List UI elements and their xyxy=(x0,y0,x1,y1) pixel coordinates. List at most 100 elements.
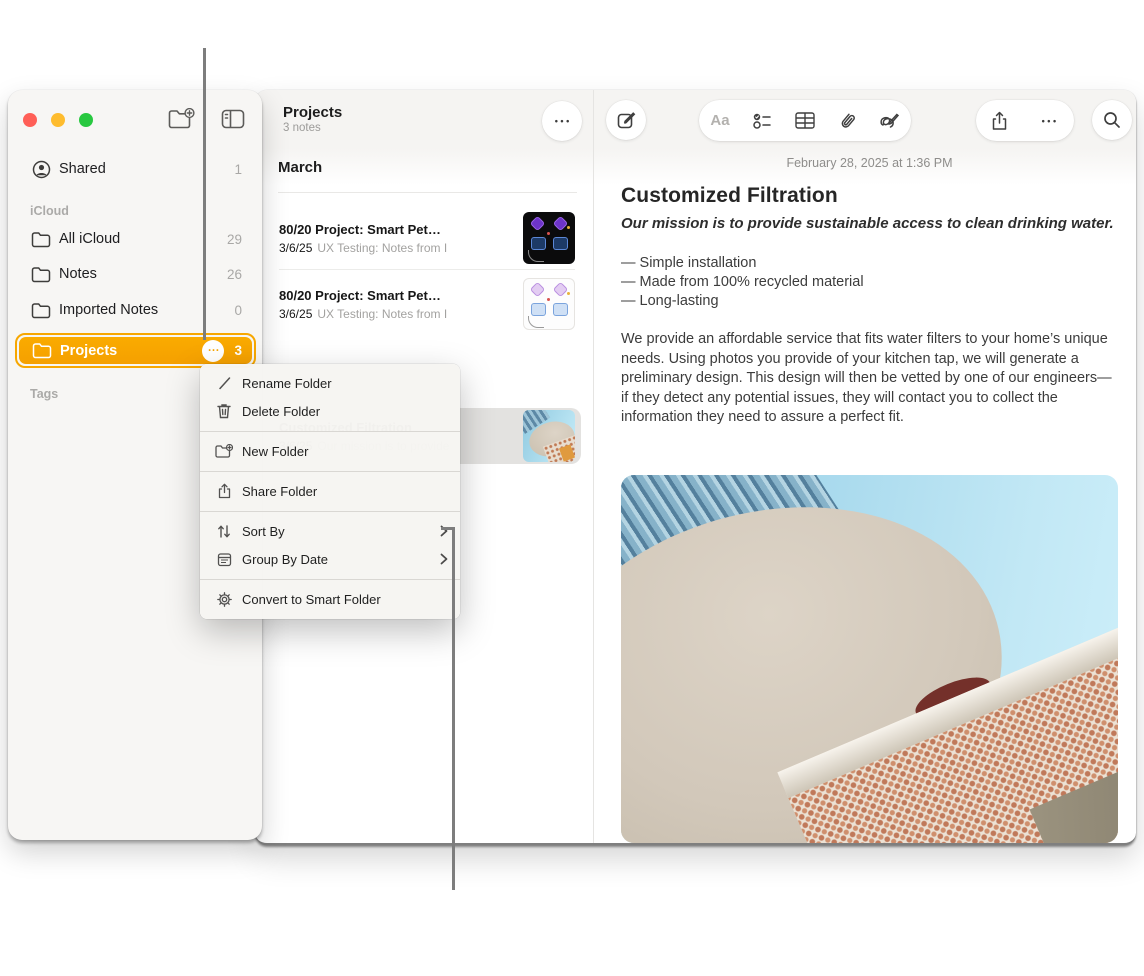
close-button[interactable] xyxy=(23,113,37,127)
bullet-line: — Made from 100% recycled material xyxy=(621,273,1118,292)
folder-more-button[interactable]: ••• xyxy=(202,340,224,362)
diagram-node xyxy=(554,304,567,315)
gear-icon xyxy=(212,592,236,607)
folder-title: Projects xyxy=(283,104,342,121)
sidebar-item-notes[interactable]: Notes 26 xyxy=(16,260,254,288)
menu-item-rename-folder[interactable]: Rename Folder xyxy=(200,369,460,397)
menu-item-new-folder[interactable]: New Folder xyxy=(200,437,460,465)
sidebar-item-count: 26 xyxy=(227,267,242,282)
diagram-dot xyxy=(547,232,550,235)
note-title: Customized Filtration xyxy=(621,184,1118,208)
sidebar-item-count: 3 xyxy=(234,343,242,358)
menu-separator xyxy=(200,511,460,512)
menu-item-label: Group By Date xyxy=(242,552,440,567)
diagram-dot xyxy=(567,226,570,229)
note-title: 80/20 Project: Smart Pet… xyxy=(279,222,513,237)
callout-line-sort-by-vertical xyxy=(452,527,455,890)
note-preview: UX Testing: Notes from I xyxy=(317,241,447,255)
markup-scribble-button[interactable] xyxy=(879,111,900,130)
menu-separator xyxy=(200,471,460,472)
note-editor-column: Aa xyxy=(594,90,1136,843)
menu-item-sort-by[interactable]: Sort By xyxy=(200,517,460,545)
note-thumbnail-diagram-dark xyxy=(523,212,575,264)
diagram-node xyxy=(531,283,544,296)
note-row-2[interactable]: 80/20 Project: Smart Pet… 3/6/25 UX Testi… xyxy=(271,276,581,332)
note-body[interactable]: Customized Filtration Our mission is to … xyxy=(621,184,1118,428)
pencil-icon xyxy=(212,376,236,391)
menu-item-label: Share Folder xyxy=(242,484,448,499)
checklist-button[interactable] xyxy=(752,112,772,130)
sidebar-item-shared[interactable]: Shared 1 xyxy=(16,155,254,183)
more-button[interactable]: ••• xyxy=(1039,116,1058,126)
group-header-march: March xyxy=(278,159,322,176)
sidebar-item-all-icloud[interactable]: All iCloud 29 xyxy=(16,225,254,253)
format-toolbar-group: Aa xyxy=(699,100,911,141)
share-button[interactable] xyxy=(991,111,1008,131)
note-attachment-image[interactable] xyxy=(621,475,1118,843)
sidebar-item-label: Shared xyxy=(59,161,234,177)
folder-icon xyxy=(30,231,52,248)
ellipsis-icon: ••• xyxy=(207,347,220,354)
note-thumbnail-diagram-light xyxy=(523,278,575,330)
share-icon xyxy=(212,483,236,499)
row-separator xyxy=(279,269,575,270)
diagram-connector xyxy=(528,316,544,328)
note-date: 3/6/25 xyxy=(279,241,312,255)
list-more-button[interactable]: ••• xyxy=(542,101,582,141)
note-row-1[interactable]: 80/20 Project: Smart Pet… 3/6/25 UX Testi… xyxy=(271,210,581,266)
sidebar-item-label: Imported Notes xyxy=(59,302,234,318)
menu-item-convert-to-smart-folder[interactable]: Convert to Smart Folder xyxy=(200,585,460,613)
screenshot-canvas: Projects 3 notes ••• March 80/20 Project… xyxy=(0,0,1144,976)
diagram-node xyxy=(532,238,545,249)
diagram-dot xyxy=(567,292,570,295)
menu-item-label: Convert to Smart Folder xyxy=(242,592,448,607)
table-button[interactable] xyxy=(795,112,815,129)
folder-icon xyxy=(30,302,52,319)
sidebar-item-count: 29 xyxy=(227,232,242,247)
bullet-line: — Simple installation xyxy=(621,254,1118,273)
menu-item-label: Delete Folder xyxy=(242,404,448,419)
trash-icon xyxy=(212,403,236,419)
notes-list-header: Projects 3 notes xyxy=(283,104,342,134)
bullet-line: — Long-lasting xyxy=(621,292,1118,311)
search-icon xyxy=(1103,111,1121,129)
note-text: 80/20 Project: Smart Pet… 3/6/25 UX Testi… xyxy=(279,222,513,255)
note-bullet-list: — Simple installation — Made from 100% r… xyxy=(621,254,1118,311)
minimize-button[interactable] xyxy=(51,113,65,127)
diagram-connector xyxy=(528,250,544,262)
sidebar-item-projects-focus-ring: Projects ••• 3 xyxy=(15,333,256,368)
diagram-node xyxy=(532,304,545,315)
menu-separator xyxy=(200,431,460,432)
menu-item-delete-folder[interactable]: Delete Folder xyxy=(200,397,460,425)
compose-button[interactable] xyxy=(606,100,646,140)
sidebar-item-imported-notes[interactable]: Imported Notes 0 xyxy=(16,296,254,324)
compose-icon xyxy=(617,111,636,130)
diagram-node xyxy=(554,283,567,296)
menu-item-label: Rename Folder xyxy=(242,376,448,391)
sidebar-item-label: All iCloud xyxy=(59,231,227,247)
note-preview: UX Testing: Notes from I xyxy=(317,307,447,321)
menu-item-share-folder[interactable]: Share Folder xyxy=(200,477,460,505)
person-circle-icon xyxy=(30,160,52,179)
search-button[interactable] xyxy=(1092,100,1132,140)
ellipsis-icon: ••• xyxy=(552,116,571,126)
note-paragraph: We provide an affordable service that fi… xyxy=(621,330,1118,428)
note-date: 3/6/25 xyxy=(279,307,312,321)
sidebar-item-count: 0 xyxy=(234,303,242,318)
new-folder-button[interactable] xyxy=(166,106,196,132)
callout-line-folder-more xyxy=(203,48,206,340)
attachment-button[interactable] xyxy=(838,111,856,130)
group-separator xyxy=(278,192,577,193)
format-text-button[interactable]: Aa xyxy=(710,112,729,129)
sidebar-item-projects[interactable]: Projects ••• 3 xyxy=(19,337,252,364)
sidebar-item-label: Projects xyxy=(60,343,202,359)
note-title: 80/20 Project: Smart Pet… xyxy=(279,288,513,303)
sidebar-item-label: Notes xyxy=(59,266,227,282)
sidebar-section-tags: Tags xyxy=(30,387,58,401)
toggle-sidebar-button[interactable] xyxy=(218,106,248,132)
sort-arrows-icon xyxy=(212,524,236,539)
menu-item-group-by-date[interactable]: Group By Date xyxy=(200,545,460,573)
zoom-button[interactable] xyxy=(79,113,93,127)
sidebar-section-icloud: iCloud xyxy=(30,204,69,218)
notes-count: 3 notes xyxy=(283,122,342,134)
